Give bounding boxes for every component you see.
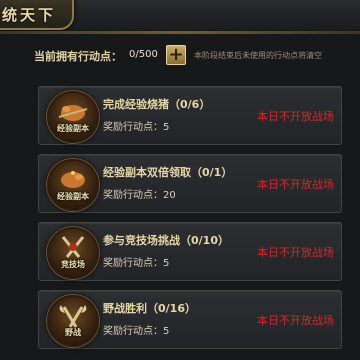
task-reward: 奖励行动点：5 — [103, 258, 170, 269]
task-card: 经验副本 经验副本双倍领取（0/1） 奖励行动点：20 本日不开放战场 — [38, 154, 342, 213]
title-tab: 统天下 — [0, 0, 74, 30]
task-card: 经验副本 完成经验烧猪（0/6） 奖励行动点：5 本日不开放战场 — [38, 86, 342, 145]
task-title: 经验副本双倍领取（0/1） — [103, 166, 233, 179]
task-status: 本日不开放战场 — [257, 246, 334, 259]
task-icon-label: 野战 — [65, 328, 81, 337]
task-card: 野战 野战胜利（0/16） 奖励行动点：5 本日不开放战场 — [38, 290, 342, 349]
action-points-note: 本阶段结束后未使用的行动点将清空 — [194, 51, 322, 60]
arena-swords-icon: 竞技场 — [47, 227, 99, 279]
task-status: 本日不开放战场 — [257, 178, 334, 191]
divider — [0, 31, 360, 34]
task-status: 本日不开放战场 — [257, 110, 334, 123]
task-reward: 奖励行动点：20 — [103, 190, 176, 201]
task-title: 完成经验烧猪（0/6） — [103, 98, 211, 111]
title-bar: 统天下 — [0, 0, 360, 30]
add-action-points-button[interactable]: + — [166, 45, 186, 65]
pig-roast-icon: 经验副本 — [47, 91, 99, 143]
exp-dungeon-icon: 经验副本 — [47, 159, 99, 211]
field-battle-axes-icon: 野战 — [47, 295, 99, 347]
task-title: 参与竞技场挑战（0/10） — [103, 234, 229, 247]
action-points-row: 当前拥有行动点： 0/500 + 本阶段结束后未使用的行动点将清空 — [0, 42, 360, 68]
action-points-label: 当前拥有行动点： — [34, 50, 122, 63]
task-card: 竞技场 参与竞技场挑战（0/10） 奖励行动点：5 本日不开放战场 — [38, 222, 342, 281]
task-reward: 奖励行动点：5 — [103, 122, 170, 133]
page-title: 统天下 — [2, 6, 57, 24]
task-reward: 奖励行动点：5 — [103, 326, 170, 337]
task-icon-label: 竞技场 — [61, 260, 85, 269]
action-points-value: 0/500 — [129, 49, 158, 60]
task-status: 本日不开放战场 — [257, 314, 334, 327]
task-icon-label: 经验副本 — [57, 124, 89, 133]
task-icon-label: 经验副本 — [57, 192, 89, 201]
task-title: 野战胜利（0/16） — [103, 302, 196, 315]
